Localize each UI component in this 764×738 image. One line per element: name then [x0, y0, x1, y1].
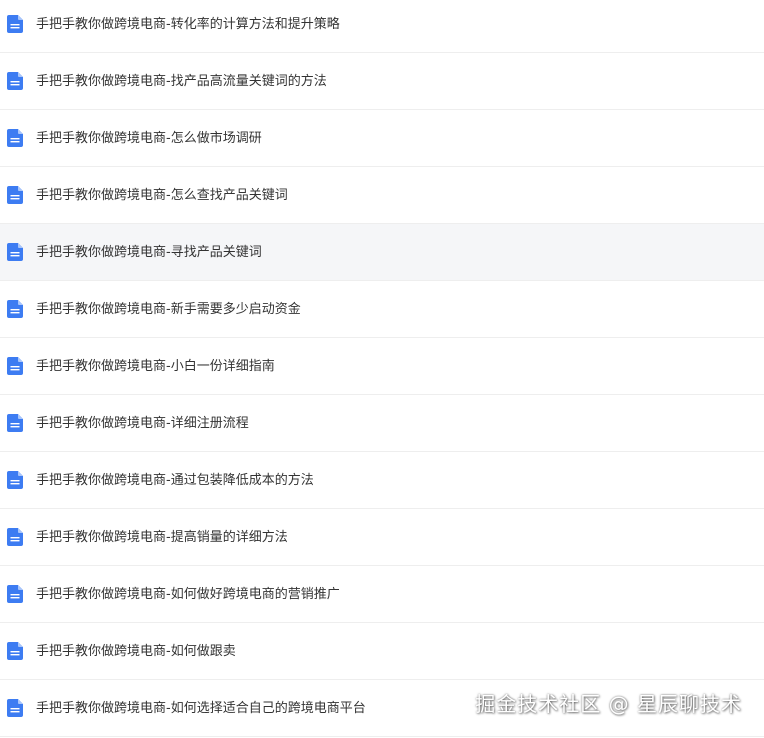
file-row[interactable]: 手把手教你做跨境电商-怎么查找产品关键词	[0, 167, 764, 224]
file-title: 手把手教你做跨境电商-详细注册流程	[36, 415, 249, 431]
document-icon	[7, 300, 23, 318]
document-icon	[7, 243, 23, 261]
file-title: 手把手教你做跨境电商-怎么做市场调研	[36, 130, 262, 146]
file-title: 手把手教你做跨境电商-怎么查找产品关键词	[36, 187, 288, 203]
file-title: 手把手教你做跨境电商-如何做跟卖	[36, 643, 236, 659]
document-icon	[7, 642, 23, 660]
file-title: 手把手教你做跨境电商-转化率的计算方法和提升策略	[36, 16, 340, 32]
file-title: 手把手教你做跨境电商-如何做好跨境电商的营销推广	[36, 586, 340, 602]
file-row[interactable]: 手把手教你做跨境电商-如何做跟卖	[0, 623, 764, 680]
file-row[interactable]: 手把手教你做跨境电商-找产品高流量关键词的方法	[0, 53, 764, 110]
document-icon	[7, 528, 23, 546]
file-row[interactable]: 手把手教你做跨境电商-通过包装降低成本的方法	[0, 452, 764, 509]
file-title: 手把手教你做跨境电商-新手需要多少启动资金	[36, 301, 301, 317]
file-row[interactable]: 手把手教你做跨境电商-新手需要多少启动资金	[0, 281, 764, 338]
file-row[interactable]: 手把手教你做跨境电商-如何做好跨境电商的营销推广	[0, 566, 764, 623]
document-icon	[7, 414, 23, 432]
file-title: 手把手教你做跨境电商-如何选择适合自己的跨境电商平台	[36, 700, 366, 716]
document-icon	[7, 699, 23, 717]
file-title: 手把手教你做跨境电商-通过包装降低成本的方法	[36, 472, 314, 488]
file-row-hovered[interactable]: 手把手教你做跨境电商-寻找产品关键词	[0, 224, 764, 281]
file-title: 手把手教你做跨境电商-提高销量的详细方法	[36, 529, 288, 545]
file-row[interactable]: 手把手教你做跨境电商-转化率的计算方法和提升策略	[0, 0, 764, 53]
file-title: 手把手教你做跨境电商-找产品高流量关键词的方法	[36, 73, 327, 89]
watermark: 掘金技术社区 @ 星辰聊技术	[475, 692, 742, 716]
document-icon	[7, 129, 23, 147]
document-icon	[7, 471, 23, 489]
document-icon	[7, 186, 23, 204]
document-icon	[7, 357, 23, 375]
document-icon	[7, 585, 23, 603]
file-row[interactable]: 手把手教你做跨境电商-详细注册流程	[0, 395, 764, 452]
file-list: 手把手教你做跨境电商-转化率的计算方法和提升策略 手把手教你做跨境电商-找产品高…	[0, 0, 764, 737]
file-row[interactable]: 手把手教你做跨境电商-提高销量的详细方法	[0, 509, 764, 566]
file-row[interactable]: 手把手教你做跨境电商-怎么做市场调研	[0, 110, 764, 167]
document-icon	[7, 72, 23, 90]
file-title: 手把手教你做跨境电商-寻找产品关键词	[36, 244, 262, 260]
document-icon	[7, 15, 23, 33]
file-row[interactable]: 手把手教你做跨境电商-小白一份详细指南	[0, 338, 764, 395]
file-title: 手把手教你做跨境电商-小白一份详细指南	[36, 358, 275, 374]
